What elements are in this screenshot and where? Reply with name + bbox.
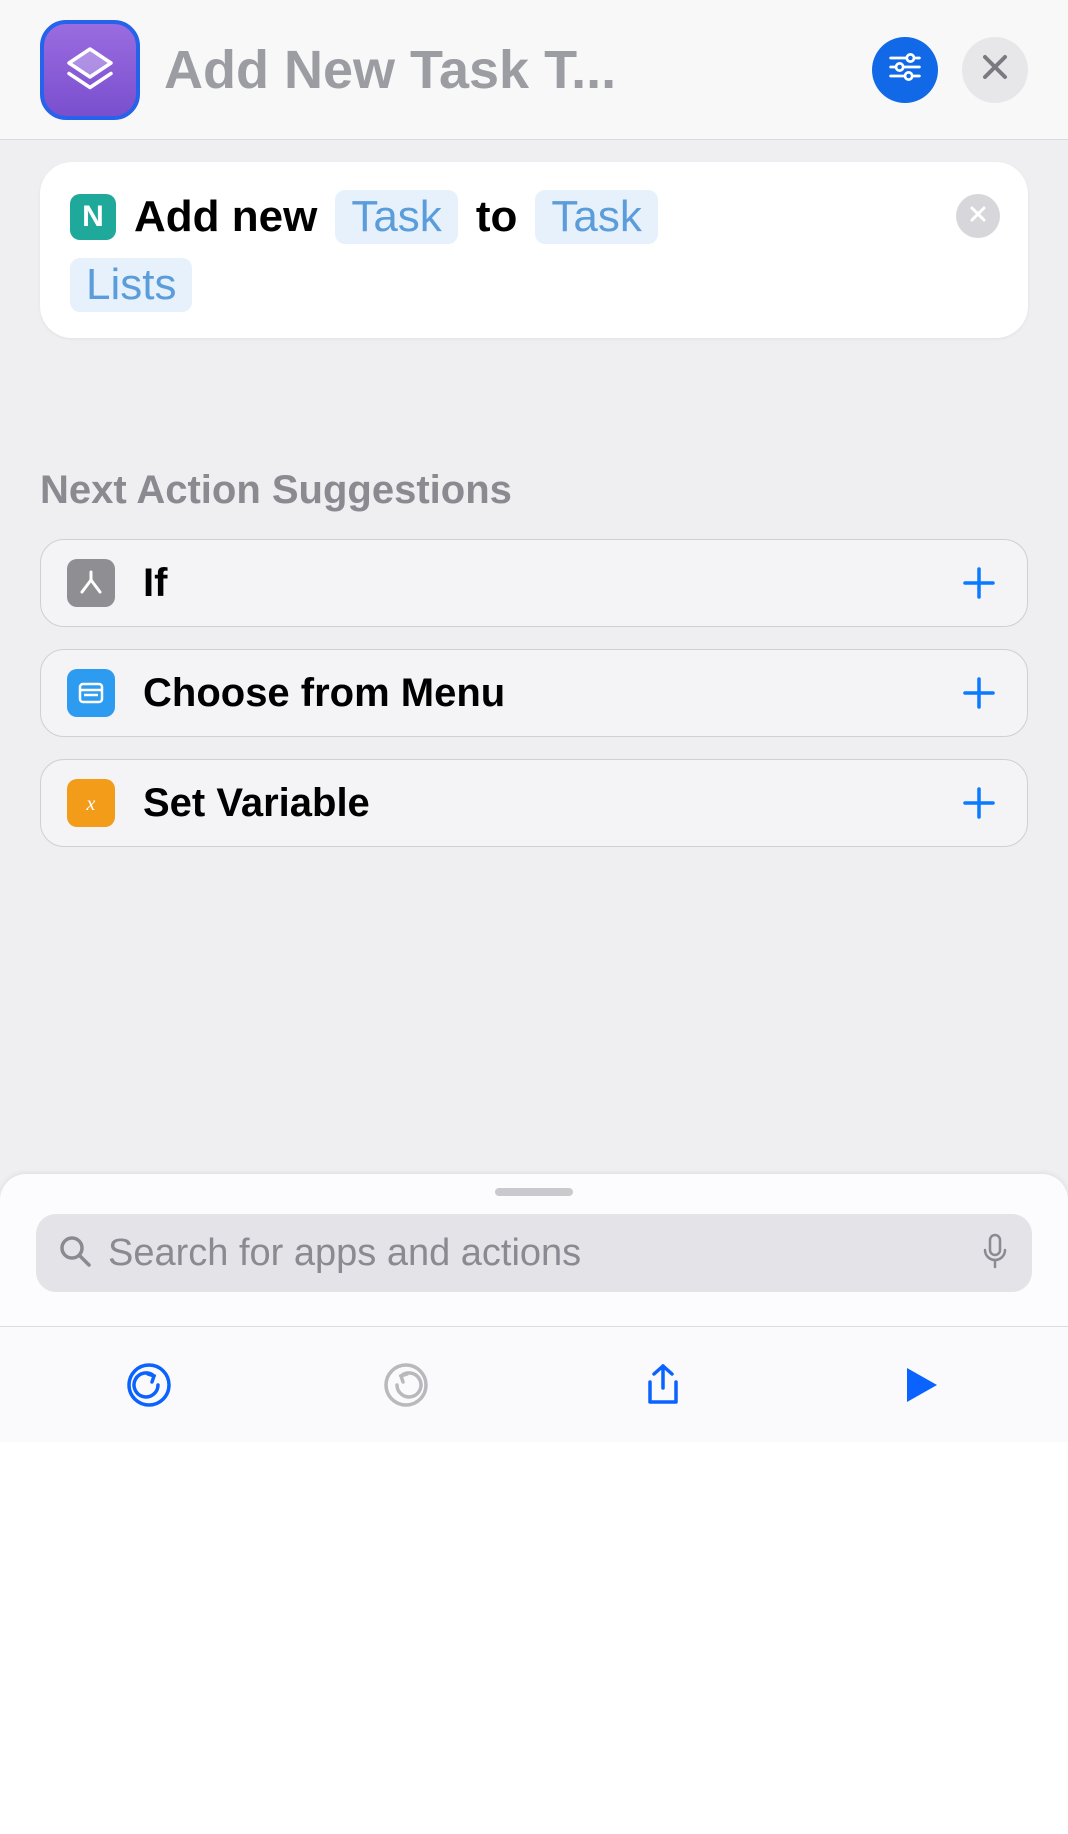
action-param-task[interactable]: Task: [335, 190, 457, 244]
action-card[interactable]: N Add new Task to Task Lists: [40, 162, 1028, 338]
suggestion-label: Set Variable: [143, 781, 929, 826]
search-input[interactable]: [108, 1232, 964, 1275]
microphone-icon[interactable]: [980, 1232, 1010, 1275]
shortcut-title[interactable]: Add New Task T...: [164, 39, 848, 101]
action-prefix: Add new: [134, 192, 317, 242]
sheet-grabber[interactable]: [495, 1188, 573, 1196]
suggestions-heading: Next Action Suggestions: [40, 468, 1028, 513]
bottom-toolbar: [0, 1326, 1068, 1442]
add-suggestion-button[interactable]: [957, 781, 1001, 825]
app-action-icon: N: [70, 194, 116, 240]
settings-button[interactable]: [872, 37, 938, 103]
suggestion-choose-from-menu[interactable]: Choose from Menu: [40, 649, 1028, 737]
close-button[interactable]: [962, 37, 1028, 103]
redo-button[interactable]: [376, 1355, 436, 1415]
run-button[interactable]: [890, 1355, 950, 1415]
action-connector: to: [476, 192, 518, 242]
undo-button[interactable]: [119, 1355, 179, 1415]
shortcuts-icon[interactable]: [40, 20, 140, 120]
search-field-wrap[interactable]: [36, 1214, 1032, 1292]
header: Add New Task T...: [0, 0, 1068, 140]
share-button[interactable]: [633, 1355, 693, 1415]
add-suggestion-button[interactable]: [957, 671, 1001, 715]
suggestion-label: Choose from Menu: [143, 671, 929, 716]
action-param-target-2[interactable]: Lists: [70, 258, 192, 312]
add-suggestion-button[interactable]: [957, 561, 1001, 605]
blank-area: [0, 1442, 1068, 1834]
suggestion-set-variable[interactable]: x Set Variable: [40, 759, 1028, 847]
action-param-target-1[interactable]: Task: [535, 190, 657, 244]
suggestion-if[interactable]: If: [40, 539, 1028, 627]
branch-icon: [67, 559, 115, 607]
delete-action-button[interactable]: [956, 194, 1000, 238]
editor-area: N Add new Task to Task Lists Next Action…: [0, 140, 1068, 1174]
menu-icon: [67, 669, 115, 717]
suggestion-label: If: [143, 561, 929, 606]
x-icon: [968, 204, 988, 229]
search-icon: [58, 1234, 92, 1273]
sliders-icon: [887, 49, 923, 90]
variable-icon: x: [67, 779, 115, 827]
search-sheet[interactable]: [0, 1174, 1068, 1326]
svg-text:x: x: [86, 793, 96, 815]
close-icon: [980, 52, 1010, 87]
